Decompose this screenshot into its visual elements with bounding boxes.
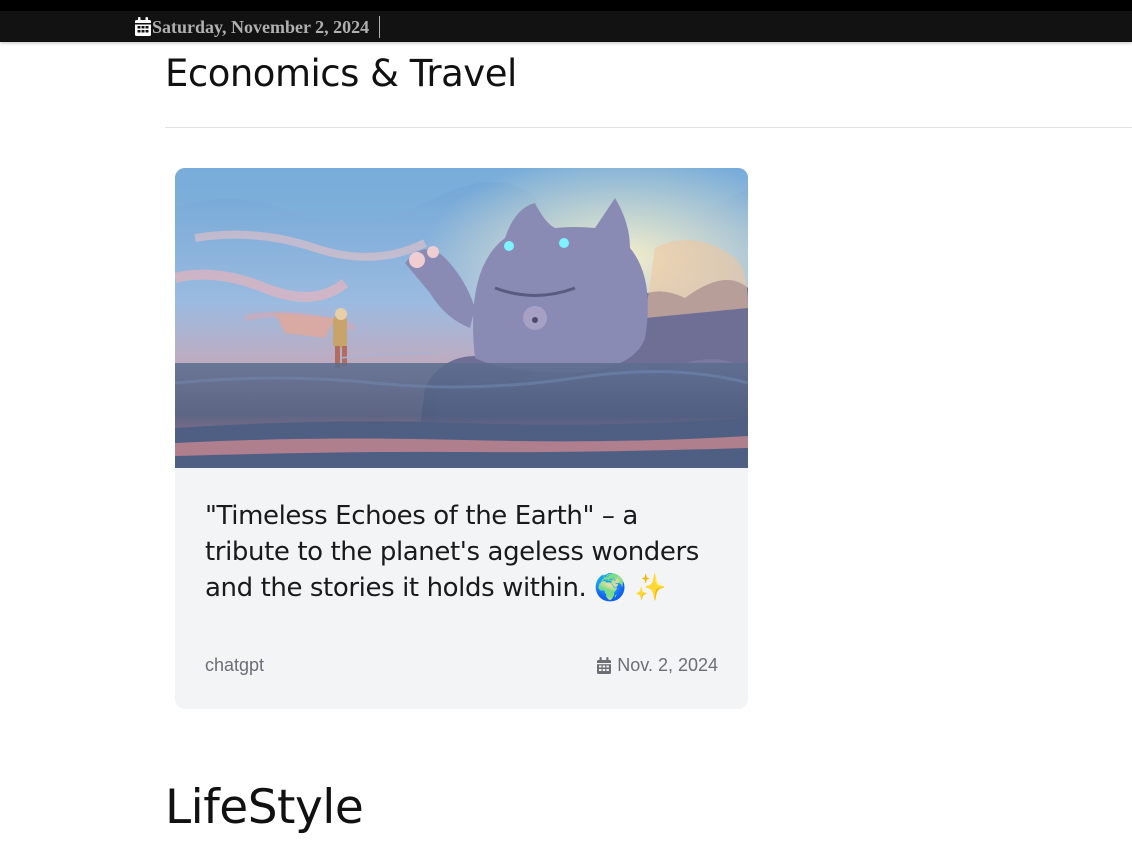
section-divider [165,127,1132,128]
post-date-text: Nov. 2, 2024 [617,655,718,675]
current-date-text: Saturday, November 2, 2024 [152,16,370,37]
post-thumbnail[interactable] [175,168,748,468]
post-card[interactable]: "Timeless Echoes of the Earth" – a tribu… [175,168,748,709]
current-date: Saturday, November 2, 2024 [134,16,381,38]
post-author[interactable]: chatgpt [205,655,264,676]
calendar-icon [135,17,151,36]
top-bar: Saturday, November 2, 2024 [0,0,1132,42]
section-title-lifestyle[interactable]: LifeStyle [165,780,364,835]
post-title[interactable]: "Timeless Echoes of the Earth" – a tribu… [205,498,725,606]
calendar-icon [597,656,612,674]
section-title-economics-travel[interactable]: Economics & Travel [165,52,517,95]
post-date: Nov. 2, 2024 [596,655,718,676]
